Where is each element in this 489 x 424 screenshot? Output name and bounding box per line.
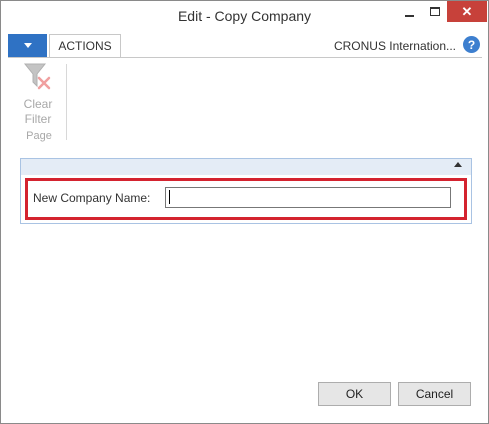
minimize-button[interactable] [396, 1, 422, 22]
text-caret [169, 190, 170, 204]
title-bar: Edit - Copy Company ✕ [1, 1, 488, 31]
cancel-button[interactable]: Cancel [398, 382, 471, 406]
minimize-icon [404, 14, 414, 17]
clear-filter-label-line2: Filter [24, 112, 52, 126]
clear-filter-label-line1: Clear [23, 97, 53, 111]
clear-filter-button[interactable]: Clear Filter [16, 62, 60, 126]
company-name-label[interactable]: CRONUS Internation... [334, 39, 456, 53]
maximize-icon [430, 7, 440, 16]
chevron-up-icon[interactable] [454, 162, 462, 167]
app-menu-button[interactable] [8, 34, 47, 57]
help-icon[interactable]: ? [463, 36, 480, 53]
new-company-name-input[interactable] [165, 187, 451, 208]
chevron-down-icon [23, 43, 32, 48]
fasttab-header[interactable] [21, 159, 471, 175]
ribbon-body: Clear Filter Page [8, 58, 482, 146]
close-button[interactable]: ✕ [447, 1, 487, 22]
clear-filter-icon [23, 63, 51, 90]
ribbon-tab-bar: ACTIONS CRONUS Internation... ? [8, 34, 482, 57]
new-company-name-label: New Company Name: [33, 191, 151, 205]
close-icon: ✕ [461, 4, 473, 19]
tab-actions[interactable]: ACTIONS [49, 34, 121, 57]
ribbon-group-page-label: Page [26, 130, 52, 142]
dialog-window: Edit - Copy Company ✕ ACTIONS CRONUS Int… [0, 0, 489, 424]
ribbon-group-divider [66, 64, 67, 140]
ok-button[interactable]: OK [318, 382, 391, 406]
maximize-button[interactable] [422, 1, 448, 22]
